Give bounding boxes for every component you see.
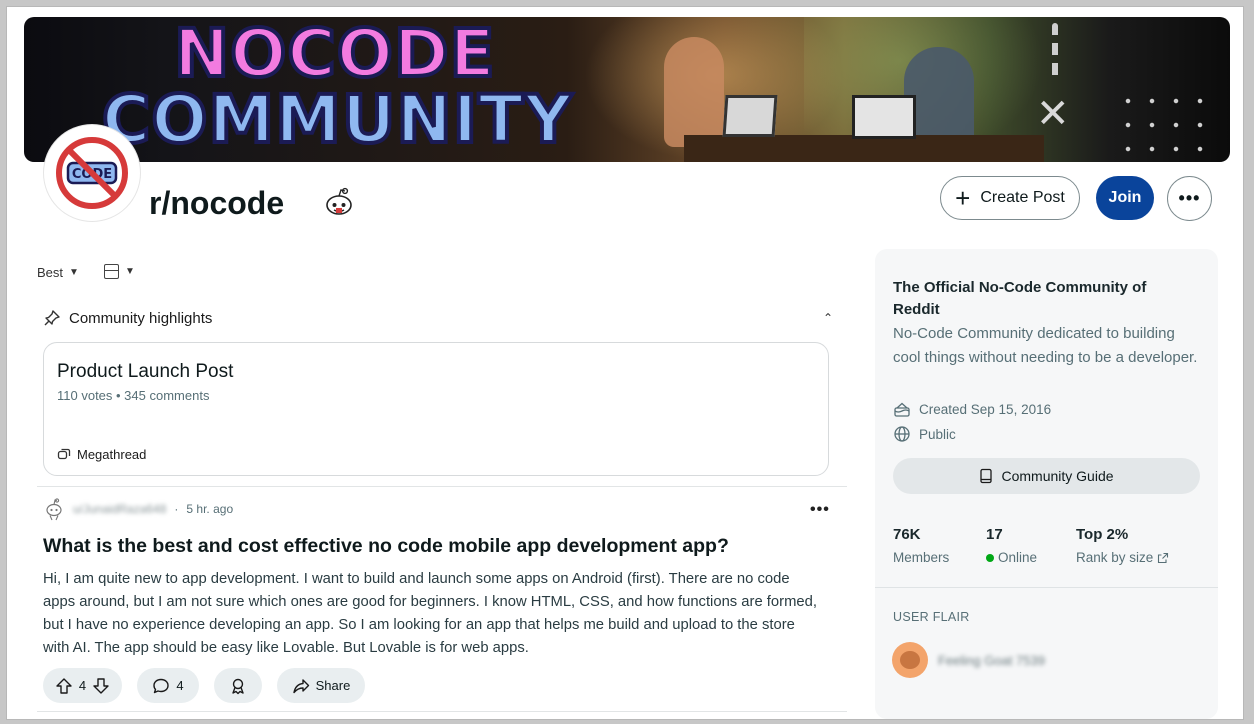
banner-dots-decoration [1116, 89, 1206, 155]
highlight-card[interactable]: Product Launch Post 110 votes • 345 comm… [43, 342, 829, 476]
chevron-down-icon: ▼ [69, 267, 79, 278]
rank-label: Rank by size [1076, 550, 1154, 565]
created-date-label: Created Sep 15, 2016 [919, 401, 1052, 417]
join-button[interactable]: Join [1096, 176, 1154, 220]
downvote-icon[interactable] [92, 677, 110, 695]
online-label: Online [998, 550, 1038, 565]
vote-count: 4 [78, 678, 87, 693]
stat-online: 17 Online [986, 526, 1037, 565]
stat-rank[interactable]: Top 2% Rank by size [1076, 526, 1169, 565]
more-options-button[interactable]: ••• [1167, 176, 1212, 221]
banner-title-line2: COMMUNITY [100, 81, 574, 158]
post-separator: · [174, 502, 179, 516]
view-layout-dropdown[interactable]: ▼ [104, 264, 135, 279]
banner-bars-decoration [1052, 23, 1058, 79]
comment-count: 4 [176, 678, 184, 693]
community-guide-button[interactable]: Community Guide [893, 458, 1200, 494]
plus-icon: + [955, 183, 971, 213]
chevron-up-icon[interactable]: ⌃ [823, 311, 833, 325]
share-icon [292, 678, 309, 693]
highlight-tag-label: Megathread [77, 447, 147, 462]
online-dot-icon [986, 553, 994, 562]
flair-name: Feeling Goat 7539 [938, 652, 1045, 668]
community-sidebar: The Official No-Code Community of Reddit… [875, 249, 1218, 719]
snoo-mascot-icon [326, 187, 352, 215]
banner-person-left [664, 37, 724, 147]
community-highlights-header[interactable]: Community highlights ⌃ [43, 309, 833, 327]
online-value: 17 [986, 526, 1003, 543]
post-meta: u/JunaidRaza648 · 5 hr. ago [43, 497, 233, 521]
highlight-meta: 110 votes • 345 comments [57, 388, 210, 403]
banner-x-decoration: ✕ [1036, 91, 1070, 137]
created-date: Created Sep 15, 2016 [893, 400, 1051, 418]
globe-icon [894, 426, 910, 442]
banner-desk [684, 135, 1044, 162]
highlight-tag: Megathread [57, 447, 146, 462]
feed-divider [37, 711, 847, 712]
chevron-down-icon: ▼ [125, 266, 135, 277]
visibility: Public [893, 425, 956, 443]
cake-icon [894, 402, 910, 417]
banner-title-line1: NOCODE [172, 17, 497, 92]
card-view-icon [104, 264, 119, 279]
post-username[interactable]: u/JunaidRaza648 [73, 502, 166, 516]
community-avatar: CODE [44, 125, 140, 221]
award-button[interactable] [214, 668, 262, 703]
post-title[interactable]: What is the best and cost effective no c… [43, 535, 843, 558]
sidebar-description: No-Code Community dedicated to building … [893, 325, 1198, 366]
no-code-logo-icon: CODE [56, 137, 128, 209]
highlight-title: Product Launch Post [57, 361, 234, 382]
create-post-label: Create Post [980, 189, 1065, 206]
user-avatar-icon [46, 498, 62, 521]
create-post-button[interactable]: + Create Post [940, 176, 1080, 220]
post-body[interactable]: Hi, I am quite new to app development. I… [43, 568, 823, 660]
sort-dropdown[interactable]: Best ▼ [37, 265, 79, 280]
post-more-button[interactable]: ••• [810, 501, 830, 519]
user-flair[interactable]: Feeling Goat 7539 [892, 642, 1045, 678]
external-link-icon [1158, 552, 1169, 563]
banner-laptop-right [852, 95, 916, 139]
share-button[interactable]: Share [277, 668, 365, 703]
browser-viewport: NOCODE COMMUNITY ✕ CODE r/nocode + Creat… [6, 6, 1244, 720]
vote-control: 4 [43, 668, 122, 703]
feed-divider [37, 486, 847, 487]
visibility-label: Public [919, 426, 956, 442]
user-flair-heading: USER FLAIR [893, 610, 970, 624]
post-time: 5 hr. ago [186, 502, 234, 516]
share-label: Share [315, 678, 351, 693]
megathread-icon [57, 448, 71, 459]
upvote-icon[interactable] [55, 677, 73, 695]
rank-value: Top 2% [1076, 526, 1129, 543]
subreddit-name: r/nocode [149, 185, 285, 221]
community-highlights-label: Community highlights [69, 309, 213, 327]
comment-icon [153, 678, 170, 693]
banner-laptop-left [722, 95, 778, 137]
pin-icon [44, 310, 60, 326]
award-icon [232, 678, 244, 694]
community-guide-label: Community Guide [1001, 468, 1114, 484]
members-value: 76K [893, 526, 921, 543]
sidebar-divider [875, 587, 1218, 588]
stat-members: 76K Members [893, 526, 949, 565]
comments-button[interactable]: 4 [137, 668, 199, 703]
community-banner: NOCODE COMMUNITY ✕ [24, 17, 1230, 162]
sort-label: Best [37, 265, 64, 280]
sidebar-title: The Official No-Code Community of Reddit [893, 279, 1147, 318]
members-label: Members [893, 550, 950, 565]
book-icon [980, 468, 993, 484]
flair-avatar [892, 642, 928, 678]
